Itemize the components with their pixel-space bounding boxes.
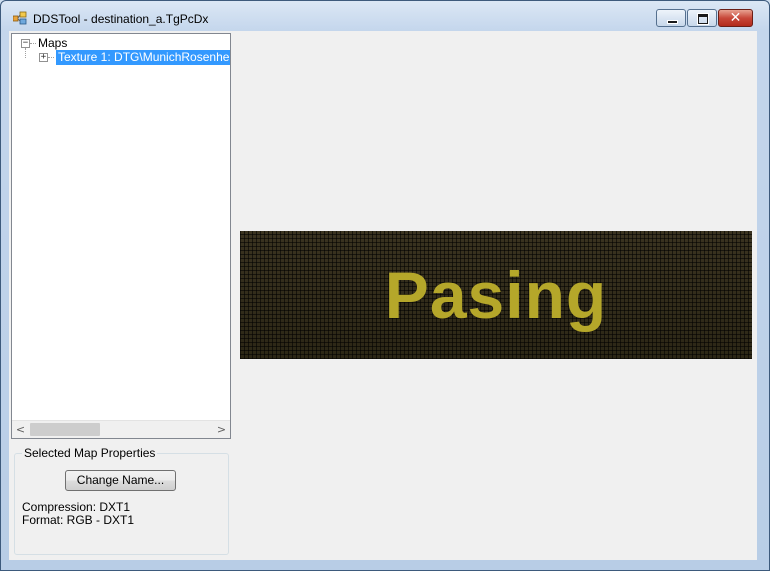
- tree-connector: [30, 43, 36, 44]
- maps-tree-view[interactable]: − Maps + Texture 1: DTG\MunichRosenheim\…: [11, 33, 231, 439]
- selected-map-properties-group: Selected Map Properties Change Name... C…: [14, 446, 229, 555]
- scroll-right-icon[interactable]: >: [213, 421, 230, 438]
- window-title: DDSTool - destination_a.TgPcDx: [33, 12, 209, 26]
- collapse-icon[interactable]: −: [21, 39, 30, 48]
- change-name-button[interactable]: Change Name...: [65, 470, 176, 491]
- format-label: Format: RGB - DXT1: [22, 513, 135, 527]
- preview-text: Pasing: [384, 258, 608, 332]
- scrollbar-thumb[interactable]: [30, 423, 100, 436]
- tree-connector: [48, 57, 54, 58]
- maximize-icon: [698, 14, 708, 24]
- tree-connector: [25, 48, 26, 58]
- tree-node-maps[interactable]: Maps: [38, 36, 67, 50]
- app-icon: [13, 11, 27, 25]
- close-icon: ✕: [729, 10, 742, 26]
- group-title: Selected Map Properties: [22, 446, 158, 460]
- compression-label: Compression: DXT1: [22, 500, 131, 514]
- maximize-button[interactable]: [687, 9, 717, 27]
- minimize-icon: [667, 20, 678, 24]
- tree-node-texture-1[interactable]: Texture 1: DTG\MunichRosenheim\: [56, 50, 230, 65]
- scroll-left-icon[interactable]: <: [12, 421, 29, 438]
- caption-buttons: ✕: [655, 9, 753, 27]
- close-button[interactable]: ✕: [718, 9, 753, 27]
- minimize-button[interactable]: [656, 9, 686, 27]
- title-bar[interactable]: DDSTool - destination_a.TgPcDx ✕: [1, 1, 769, 31]
- tree-horizontal-scrollbar[interactable]: < >: [12, 420, 230, 438]
- expand-icon[interactable]: +: [39, 53, 48, 62]
- app-window: DDSTool - destination_a.TgPcDx ✕ − Maps …: [0, 0, 770, 571]
- texture-preview: Pasing: [240, 231, 752, 359]
- client-area: − Maps + Texture 1: DTG\MunichRosenheim\…: [9, 31, 757, 560]
